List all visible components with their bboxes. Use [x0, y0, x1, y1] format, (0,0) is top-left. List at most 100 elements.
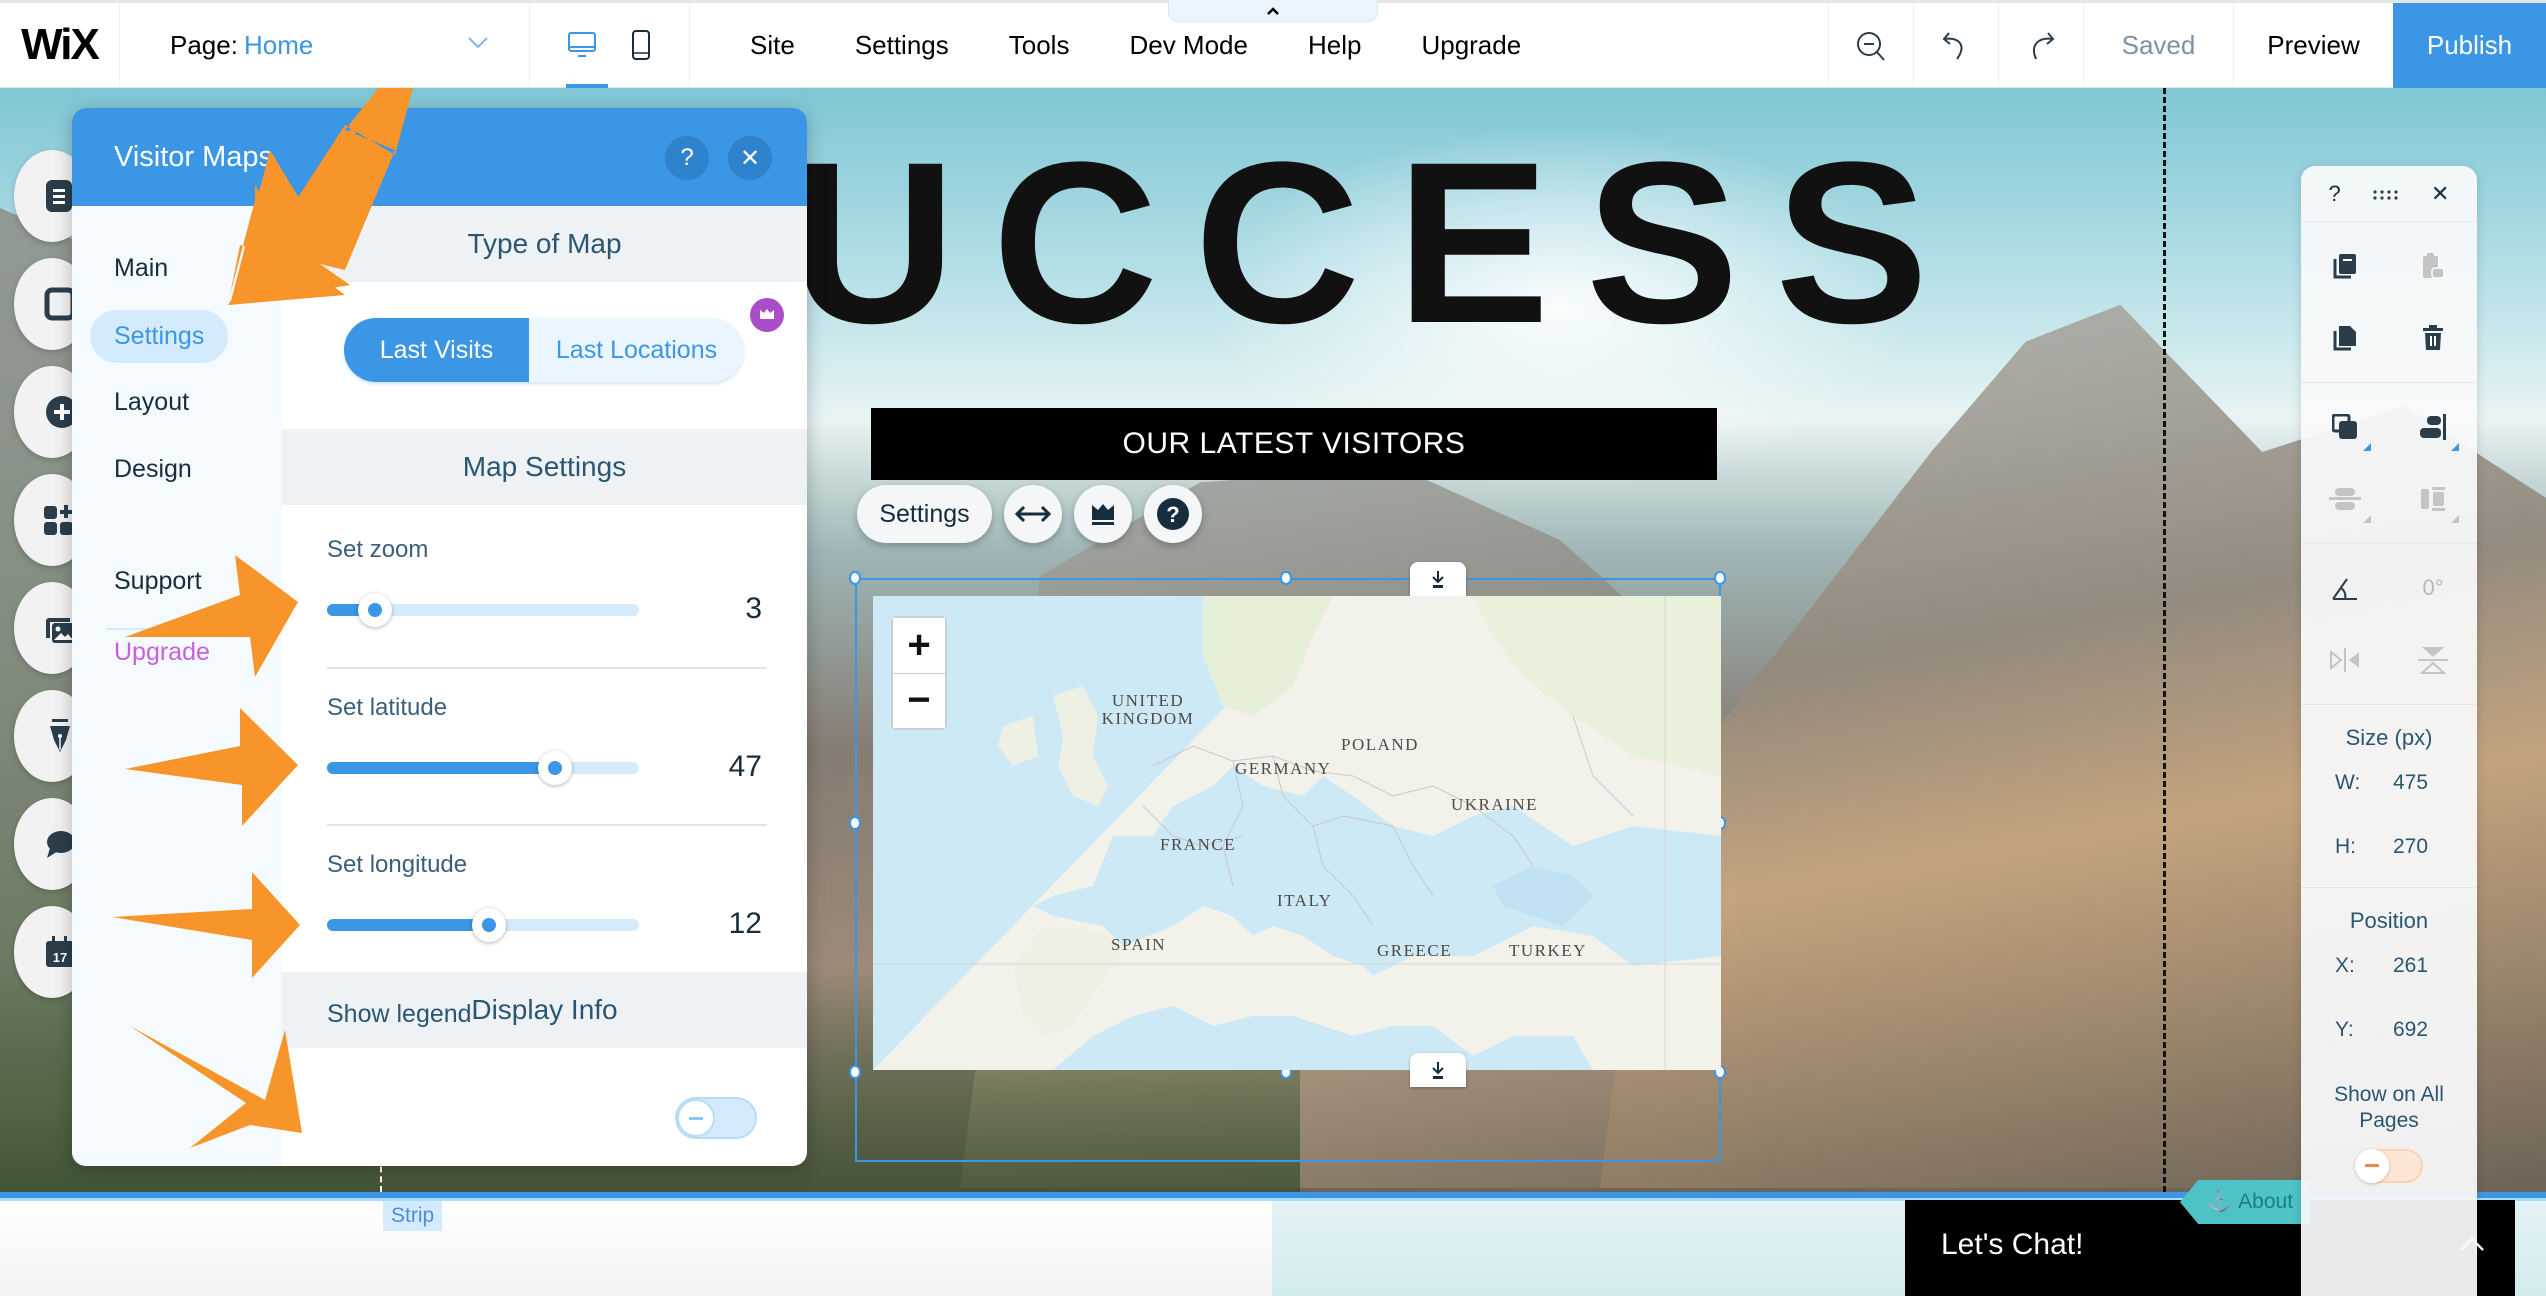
- nav-layout[interactable]: Layout: [114, 388, 189, 417]
- page-selector[interactable]: Page: Home: [120, 2, 530, 88]
- menu-settings[interactable]: Settings: [855, 30, 949, 61]
- match-size-button[interactable]: [2389, 463, 2477, 535]
- premium-button[interactable]: [1074, 485, 1132, 543]
- panel-header[interactable]: Visitor Maps ? ✕: [72, 108, 807, 206]
- distribute-button[interactable]: [2301, 463, 2389, 535]
- align-button[interactable]: [2389, 391, 2477, 463]
- height-field[interactable]: H: 270: [2301, 815, 2477, 879]
- resize-handle-tr[interactable]: [1714, 571, 1726, 585]
- menu-dev-mode[interactable]: Dev Mode: [1129, 30, 1248, 61]
- wix-logo[interactable]: WiX: [0, 2, 120, 88]
- y-field[interactable]: Y: 692: [2301, 998, 2477, 1062]
- resize-handle-tm[interactable]: [1280, 571, 1292, 585]
- latitude-slider-knob[interactable]: [537, 751, 572, 785]
- show-legend-toggle[interactable]: [675, 1097, 757, 1139]
- resize-handle-ml[interactable]: [849, 816, 861, 830]
- x-value[interactable]: 261: [2393, 954, 2428, 978]
- map-zoom-out-button[interactable]: −: [893, 672, 945, 728]
- nav-settings[interactable]: Settings: [90, 310, 229, 363]
- menu-help[interactable]: Help: [1308, 30, 1361, 61]
- desktop-icon[interactable]: [567, 30, 597, 60]
- zoom-slider[interactable]: [327, 593, 639, 627]
- menu-upgrade[interactable]: Upgrade: [1421, 30, 1521, 61]
- publish-button[interactable]: Publish: [2393, 3, 2546, 88]
- resize-handle-tl[interactable]: [849, 571, 861, 585]
- position-title: Position: [2349, 908, 2429, 933]
- redo-button[interactable]: [1998, 3, 2083, 88]
- hero-title[interactable]: UCCESS: [790, 128, 1965, 358]
- trash-icon: [2423, 325, 2443, 350]
- pen-nib-icon: [50, 719, 70, 752]
- show-on-all-pages-toggle[interactable]: [2355, 1148, 2423, 1183]
- y-value[interactable]: 692: [2393, 1018, 2428, 1042]
- inspector-help-button[interactable]: ?: [2329, 181, 2341, 207]
- inspector-divider: [2301, 543, 2477, 544]
- latitude-slider[interactable]: [327, 751, 639, 785]
- zoom-out-icon: [1857, 31, 1885, 61]
- x-label: X:: [2335, 954, 2355, 977]
- width-field[interactable]: W: 475: [2301, 751, 2477, 815]
- width-value[interactable]: 475: [2393, 771, 2428, 795]
- premium-badge[interactable]: [750, 298, 784, 332]
- drag-handle-top[interactable]: [1410, 562, 1466, 596]
- nav-support[interactable]: Support: [114, 567, 202, 596]
- element-settings-button[interactable]: Settings: [857, 485, 992, 543]
- panel-body: Type of Map Last Visits Last Locations M…: [282, 206, 807, 1166]
- delete-button[interactable]: [2389, 302, 2477, 374]
- align-right-icon: [2420, 414, 2446, 440]
- paste-icon: [2423, 253, 2445, 279]
- stretch-button[interactable]: [1004, 485, 1062, 543]
- collapse-topbar-button[interactable]: [1168, 0, 1378, 22]
- flip-horizontal-button[interactable]: [2301, 624, 2389, 696]
- angle-icon: [2332, 578, 2357, 600]
- map-zoom-in-button[interactable]: +: [893, 618, 945, 673]
- zoom-out-button[interactable]: [1828, 3, 1913, 88]
- copy-button[interactable]: [2301, 230, 2389, 302]
- panel-title: Visitor Maps: [114, 140, 274, 173]
- option-last-visits[interactable]: Last Visits: [344, 318, 529, 382]
- inspector-header: ? ✕: [2301, 166, 2477, 222]
- map-label-italy: ITALY: [1277, 891, 1333, 910]
- anchor-about-tag[interactable]: ⚓ About: [2180, 1180, 2310, 1224]
- preview-button[interactable]: Preview: [2233, 3, 2393, 88]
- strip-label[interactable]: Strip: [383, 1201, 443, 1231]
- nav-upgrade[interactable]: Upgrade: [114, 638, 210, 667]
- longitude-slider[interactable]: [327, 908, 639, 942]
- longitude-slider-knob[interactable]: [472, 908, 507, 942]
- x-field[interactable]: X: 261: [2301, 934, 2477, 998]
- undo-button[interactable]: [1913, 3, 1998, 88]
- mobile-icon[interactable]: [630, 29, 652, 61]
- height-label: H:: [2335, 835, 2356, 858]
- inspector-close-button[interactable]: ✕: [2431, 181, 2449, 207]
- drag-handle-bottom[interactable]: [1410, 1053, 1466, 1087]
- map-tiles: [873, 596, 1721, 1070]
- flip-horizontal-icon: [2330, 648, 2359, 672]
- help-button[interactable]: ?: [1144, 485, 1202, 543]
- zoom-slider-knob[interactable]: [358, 593, 393, 627]
- duplicate-button[interactable]: [2301, 302, 2389, 374]
- flip-vertical-button[interactable]: [2389, 624, 2477, 696]
- panel-close-button[interactable]: ✕: [728, 136, 772, 180]
- crown-icon: [1092, 504, 1114, 525]
- drag-handle-icon[interactable]: [2372, 181, 2400, 207]
- arrange-icon: [2332, 414, 2357, 439]
- panel-help-button[interactable]: ?: [665, 136, 709, 180]
- rotate-button[interactable]: [2301, 552, 2389, 624]
- visitor-map[interactable]: + − UNITED KINGDOM POLAND GERMANY UKRAIN…: [873, 596, 1721, 1070]
- paste-button[interactable]: [2389, 230, 2477, 302]
- nav-main[interactable]: Main: [114, 254, 168, 283]
- menu-tools[interactable]: Tools: [1009, 30, 1070, 61]
- element-inspector: ? ✕ 0° Size (px) W: 475 H: 270 Position X:…: [2301, 166, 2477, 1296]
- resize-handle-bl[interactable]: [849, 1065, 861, 1079]
- longitude-slider-fill: [327, 919, 490, 931]
- redo-icon: [2033, 31, 2055, 59]
- menu-site[interactable]: Site: [750, 30, 795, 61]
- height-value[interactable]: 270: [2393, 835, 2428, 859]
- stretch-icon: [1015, 505, 1051, 523]
- nav-design[interactable]: Design: [114, 455, 192, 484]
- option-last-locations[interactable]: Last Locations: [529, 318, 744, 382]
- latest-visitors-banner[interactable]: OUR LATEST VISITORS: [871, 408, 1717, 480]
- arrange-button[interactable]: [2301, 391, 2389, 463]
- rotation-value[interactable]: 0°: [2389, 552, 2477, 624]
- width-label: W:: [2335, 771, 2361, 794]
